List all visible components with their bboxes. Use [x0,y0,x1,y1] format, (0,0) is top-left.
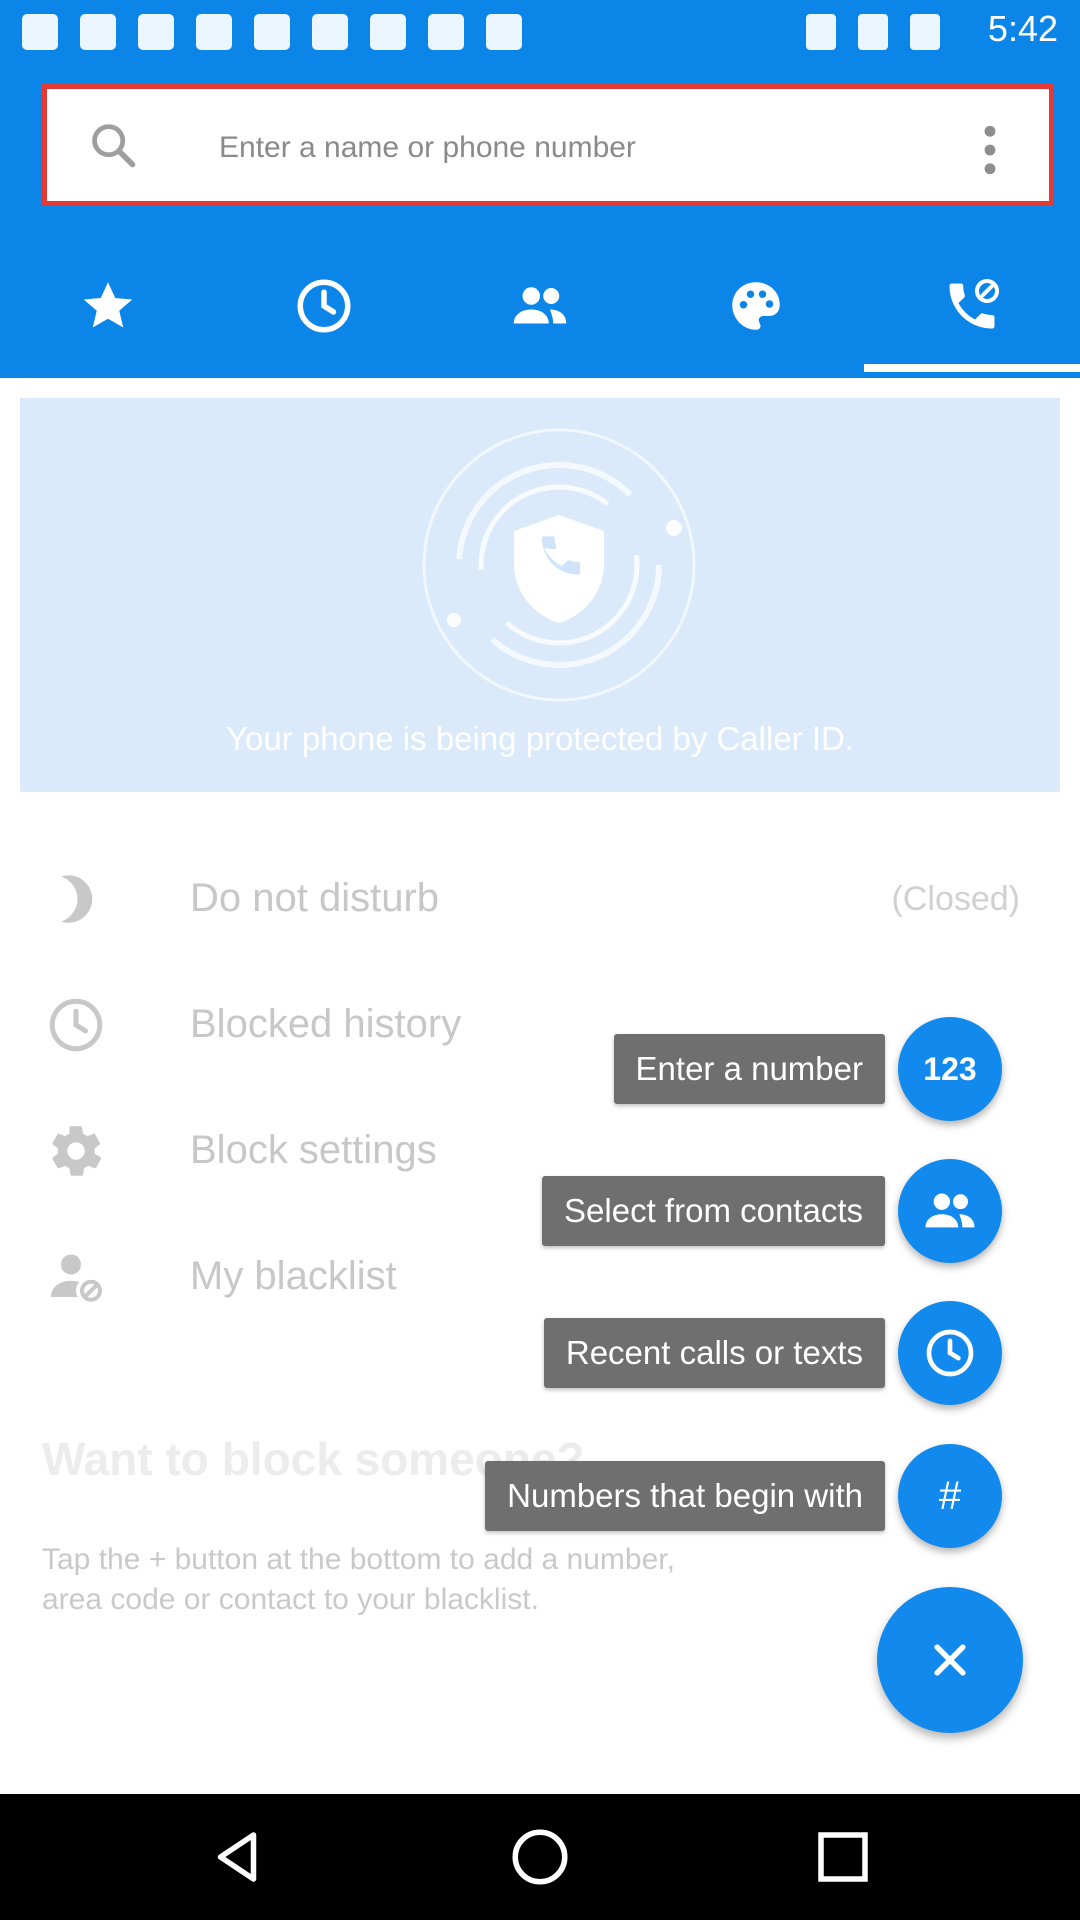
people-icon [513,287,567,324]
notification-icon [196,14,232,50]
enter-number-badge: 123 [923,1050,977,1087]
dialpad-icon[interactable]: 123 [898,1017,1002,1121]
bluetooth-icon [806,14,836,50]
recent-calls-label[interactable]: Recent calls or texts [543,1318,885,1388]
notification-icon [370,14,406,50]
notification-icon [428,14,464,50]
clock-icon [926,1329,974,1377]
blocked-history-row[interactable]: Blocked history [30,962,1050,1088]
palette-icon [732,282,780,330]
numbers-begin-with-badge: # [938,1473,962,1518]
block-settings-label: Block settings [190,1128,437,1172]
system-icons [806,14,940,50]
people-icon [925,1193,975,1228]
search-input[interactable] [217,117,981,179]
clock-time: 5:42 [987,8,1058,49]
select-contacts-button[interactable] [898,1159,1002,1263]
shield-phone-icon [422,428,696,702]
notification-icon [80,14,116,50]
do-not-disturb-row[interactable]: Do not disturb (Closed) [30,836,1050,962]
navigation-bar [0,1794,1080,1920]
help-line-2: area code or contact to your blacklist. [42,1583,539,1616]
help-line-1: Tap the + button at the bottom to add a … [42,1543,675,1576]
search-icon[interactable] [87,119,139,171]
star-icon [83,282,133,328]
battery-icon [910,14,940,50]
banner-text: Your phone is being protected by Caller … [226,720,854,757]
moon-icon [61,875,93,923]
phone-block-icon [949,279,999,329]
more-options-icon[interactable] [983,125,997,175]
gear-icon [52,1126,102,1176]
select-contacts-label[interactable]: Select from contacts [542,1176,885,1246]
my-blacklist-label: My blacklist [190,1254,397,1298]
recent-calls-button[interactable] [898,1301,1002,1405]
tab-contacts[interactable] [432,232,648,380]
enter-number-label[interactable]: Enter a number [613,1034,885,1104]
tab-recents[interactable] [216,232,432,380]
notification-icons [22,14,522,50]
tab-bar [0,232,1080,380]
notification-icon [486,14,522,50]
home-icon[interactable] [507,1824,573,1890]
back-icon[interactable] [204,1824,270,1890]
protection-banner: Your phone is being protected by Caller … [20,398,1060,792]
close-icon [934,1644,966,1676]
empty-state-help: Tap the + button at the bottom to add a … [42,1540,862,1620]
search-bar[interactable] [42,84,1054,206]
clock-icon [297,279,351,333]
notification-icon [22,14,58,50]
blocked-history-label: Blocked history [190,1002,462,1046]
hash-icon[interactable]: # [898,1444,1002,1548]
recents-icon[interactable] [810,1824,876,1890]
my-blacklist-row[interactable]: My blacklist [30,1214,1050,1340]
numbers-begin-with-label[interactable]: Numbers that begin with [485,1461,885,1531]
tab-themes[interactable] [648,232,864,380]
notification-icon [138,14,174,50]
tab-favorites[interactable] [0,232,216,380]
block-settings-row[interactable]: Block settings [30,1088,1050,1214]
user-block-icon [51,1254,102,1302]
wifi-icon [858,14,888,50]
do-not-disturb-label: Do not disturb [190,876,440,920]
notification-icon [312,14,348,50]
notification-icon [254,14,290,50]
tab-call-blocking[interactable] [864,232,1080,380]
status-bar: 5:42 [0,0,1080,62]
clock-icon [49,998,103,1052]
close-fab-button[interactable] [877,1587,1023,1733]
do-not-disturb-status: (Closed) [891,880,1020,918]
